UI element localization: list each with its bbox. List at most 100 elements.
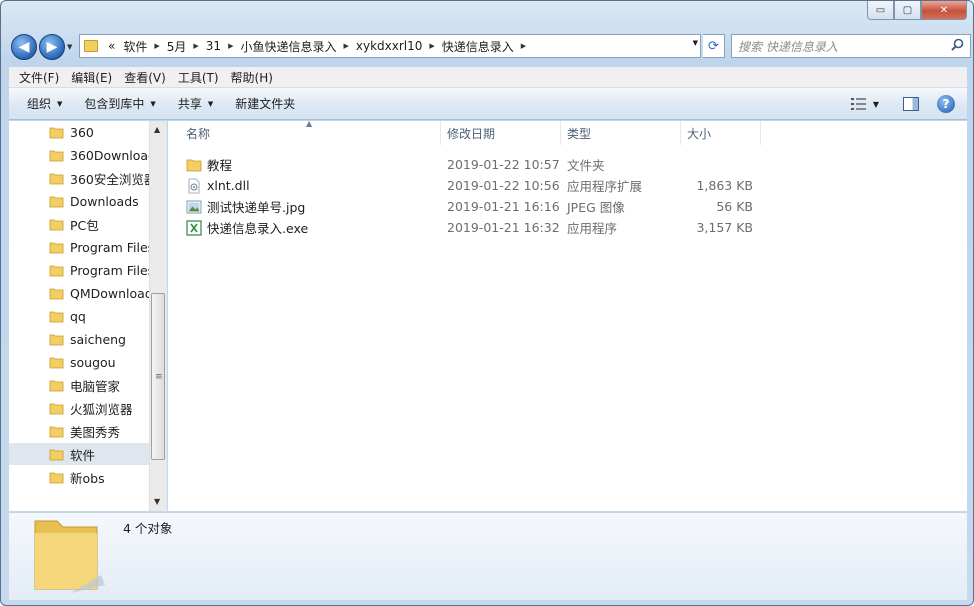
menu-file[interactable]: 文件(F) bbox=[13, 69, 65, 86]
folder-icon bbox=[49, 334, 64, 345]
navigation-row: ◀ ▶ ▼ « 软件 ▶ 5月 ▶ 31 ▶ 小鱼快递信息录入 ▶ xykdxx… bbox=[11, 33, 971, 61]
share-label: 共享 bbox=[177, 97, 202, 111]
scroll-up-icon[interactable]: ▲ bbox=[154, 125, 160, 134]
nav-folder-item[interactable]: 360Download bbox=[9, 144, 151, 166]
nav-folder-item[interactable]: saicheng bbox=[9, 328, 151, 350]
view-details-icon[interactable] bbox=[850, 97, 867, 111]
menu-tools[interactable]: 工具(T) bbox=[172, 69, 225, 86]
maximize-button[interactable]: ▢ bbox=[894, 1, 921, 20]
recent-pages-dropdown[interactable]: ▼ bbox=[67, 43, 72, 51]
file-row[interactable]: 教程 2019-01-22 10:57 文件夹 bbox=[168, 154, 761, 175]
breadcrumb-item[interactable]: 小鱼快递信息录入 bbox=[236, 38, 340, 55]
forward-button[interactable]: ▶ bbox=[39, 34, 65, 60]
caption-buttons: ▭ ▢ ✕ bbox=[867, 1, 967, 20]
nav-item-label: qq bbox=[70, 308, 86, 324]
file-row[interactable]: 测试快递单号.jpg 2019-01-21 16:16 JPEG 图像 56 K… bbox=[168, 196, 761, 217]
nav-folder-item[interactable]: 美图秀秀 bbox=[9, 420, 151, 442]
column-name[interactable]: 名称 bbox=[168, 121, 441, 145]
view-options-dropdown[interactable]: ▼ bbox=[873, 100, 879, 109]
nav-scrollbar[interactable]: ▲ ≡ ▼ bbox=[149, 121, 166, 511]
nav-item-label: QMDownload bbox=[70, 285, 151, 301]
file-list: ▲ 名称 修改日期 类型 大小 教程 2019-01-22 10:57 文件夹 bbox=[168, 119, 967, 511]
file-type: 文件夹 bbox=[567, 158, 605, 173]
nav-folder-item[interactable]: 电脑管家 bbox=[9, 374, 151, 396]
preview-pane-icon[interactable] bbox=[903, 97, 919, 111]
nav-folder-item[interactable]: sougou bbox=[9, 351, 151, 373]
breadcrumb-item[interactable]: xykdxxrl10 bbox=[352, 39, 427, 53]
include-library-label: 包含到库中 bbox=[84, 97, 145, 111]
chevron-down-icon: ▼ bbox=[57, 99, 63, 108]
arrow-left-icon: ◀ bbox=[18, 39, 30, 55]
share-button[interactable]: 共享 ▼ bbox=[170, 95, 221, 112]
column-size[interactable]: 大小 bbox=[681, 121, 761, 145]
nav-folder-item[interactable]: 火狐浏览器 bbox=[9, 397, 151, 419]
column-type[interactable]: 类型 bbox=[561, 121, 681, 145]
search-input[interactable]: 搜索 快递信息录入 bbox=[731, 34, 971, 58]
folder-icon bbox=[49, 173, 64, 184]
file-row[interactable]: 快递信息录入.exe 2019-01-21 16:32 应用程序 3,157 K… bbox=[168, 217, 761, 238]
nav-folder-item[interactable]: Downloads bbox=[9, 190, 151, 212]
details-pane: 4 个对象 bbox=[9, 512, 967, 600]
folder-icon bbox=[49, 242, 64, 253]
grip-icon: ≡ bbox=[155, 372, 163, 382]
help-icon[interactable]: ? bbox=[937, 95, 955, 113]
file-row[interactable]: xlnt.dll 2019-01-22 10:56 应用程序扩展 1,863 K… bbox=[168, 175, 761, 196]
nav-folder-item[interactable]: Program Files bbox=[9, 236, 151, 258]
nav-folder-item[interactable]: 360安全浏览器 bbox=[9, 167, 151, 189]
nav-item-label: Program Files bbox=[70, 262, 151, 278]
breadcrumb-item[interactable]: 快递信息录入 bbox=[438, 38, 518, 55]
chevron-right-icon[interactable]: ▶ bbox=[426, 42, 437, 50]
refresh-button[interactable]: ⟳ bbox=[703, 34, 725, 58]
file-date: 2019-01-22 10:56 bbox=[447, 178, 560, 193]
chevron-down-icon[interactable]: ▼ bbox=[693, 39, 698, 47]
search-icon[interactable] bbox=[951, 38, 964, 51]
include-in-library-button[interactable]: 包含到库中 ▼ bbox=[76, 95, 163, 112]
chevron-right-icon[interactable]: ▶ bbox=[518, 42, 529, 50]
column-date[interactable]: 修改日期 bbox=[441, 121, 561, 145]
item-count: 4 个对象 bbox=[123, 521, 173, 536]
nav-folder-item-selected[interactable]: 软件 bbox=[9, 443, 151, 465]
file-name-cell: 快递信息录入.exe bbox=[168, 218, 441, 237]
nav-folder-item[interactable]: PC包 bbox=[9, 213, 151, 235]
excel-exe-icon bbox=[186, 219, 202, 236]
command-bar: 组织 ▼ 包含到库中 ▼ 共享 ▼ 新建文件夹 ▼ ? bbox=[9, 88, 967, 120]
folder-icon bbox=[49, 265, 64, 276]
nav-folder-item[interactable]: Program Files bbox=[9, 259, 151, 281]
chevron-down-icon: ▼ bbox=[150, 99, 156, 108]
nav-item-label: Program Files bbox=[70, 239, 151, 255]
chevron-right-icon[interactable]: ▶ bbox=[340, 42, 351, 50]
chevron-right-icon[interactable]: ▶ bbox=[225, 42, 236, 50]
new-folder-label: 新建文件夹 bbox=[235, 97, 296, 111]
folder-icon bbox=[49, 426, 64, 437]
close-button[interactable]: ✕ bbox=[921, 1, 967, 20]
breadcrumb-item[interactable]: 31 bbox=[202, 39, 225, 53]
nav-folder-item[interactable]: QMDownload bbox=[9, 282, 151, 304]
breadcrumb-item[interactable]: 软件 bbox=[119, 38, 151, 55]
breadcrumb-overflow[interactable]: « bbox=[104, 39, 119, 53]
chevron-right-icon[interactable]: ▶ bbox=[151, 42, 162, 50]
file-name: xlnt.dll bbox=[207, 178, 250, 193]
folder-icon bbox=[186, 159, 202, 171]
menu-view[interactable]: 查看(V) bbox=[118, 69, 172, 86]
nav-folder-item[interactable]: 新obs bbox=[9, 466, 151, 488]
chevron-down-icon: ▼ bbox=[207, 99, 214, 108]
nav-item-label: 软件 bbox=[70, 447, 96, 463]
menu-edit[interactable]: 编辑(E) bbox=[65, 69, 118, 86]
breadcrumb-item[interactable]: 5月 bbox=[163, 38, 191, 55]
back-button[interactable]: ◀ bbox=[11, 34, 37, 60]
large-folder-icon bbox=[34, 520, 105, 593]
file-type: 应用程序 bbox=[567, 221, 618, 236]
folder-icon bbox=[49, 127, 64, 138]
minimize-button[interactable]: ▭ bbox=[867, 1, 894, 20]
menu-help[interactable]: 帮助(H) bbox=[225, 69, 279, 86]
scroll-down-icon[interactable]: ▼ bbox=[154, 497, 160, 506]
new-folder-button[interactable]: 新建文件夹 bbox=[227, 95, 303, 112]
scrollbar-thumb[interactable]: ≡ bbox=[151, 293, 165, 460]
nav-item-label: 360Download bbox=[70, 147, 151, 163]
chevron-right-icon[interactable]: ▶ bbox=[190, 42, 201, 50]
organize-button[interactable]: 组织 ▼ bbox=[19, 95, 70, 112]
nav-folder-item[interactable]: qq bbox=[9, 305, 151, 327]
nav-item-label: PC包 bbox=[70, 217, 99, 233]
address-bar[interactable]: « 软件 ▶ 5月 ▶ 31 ▶ 小鱼快递信息录入 ▶ xykdxxrl10 ▶… bbox=[79, 34, 701, 58]
nav-folder-item[interactable]: 360 bbox=[9, 121, 151, 143]
